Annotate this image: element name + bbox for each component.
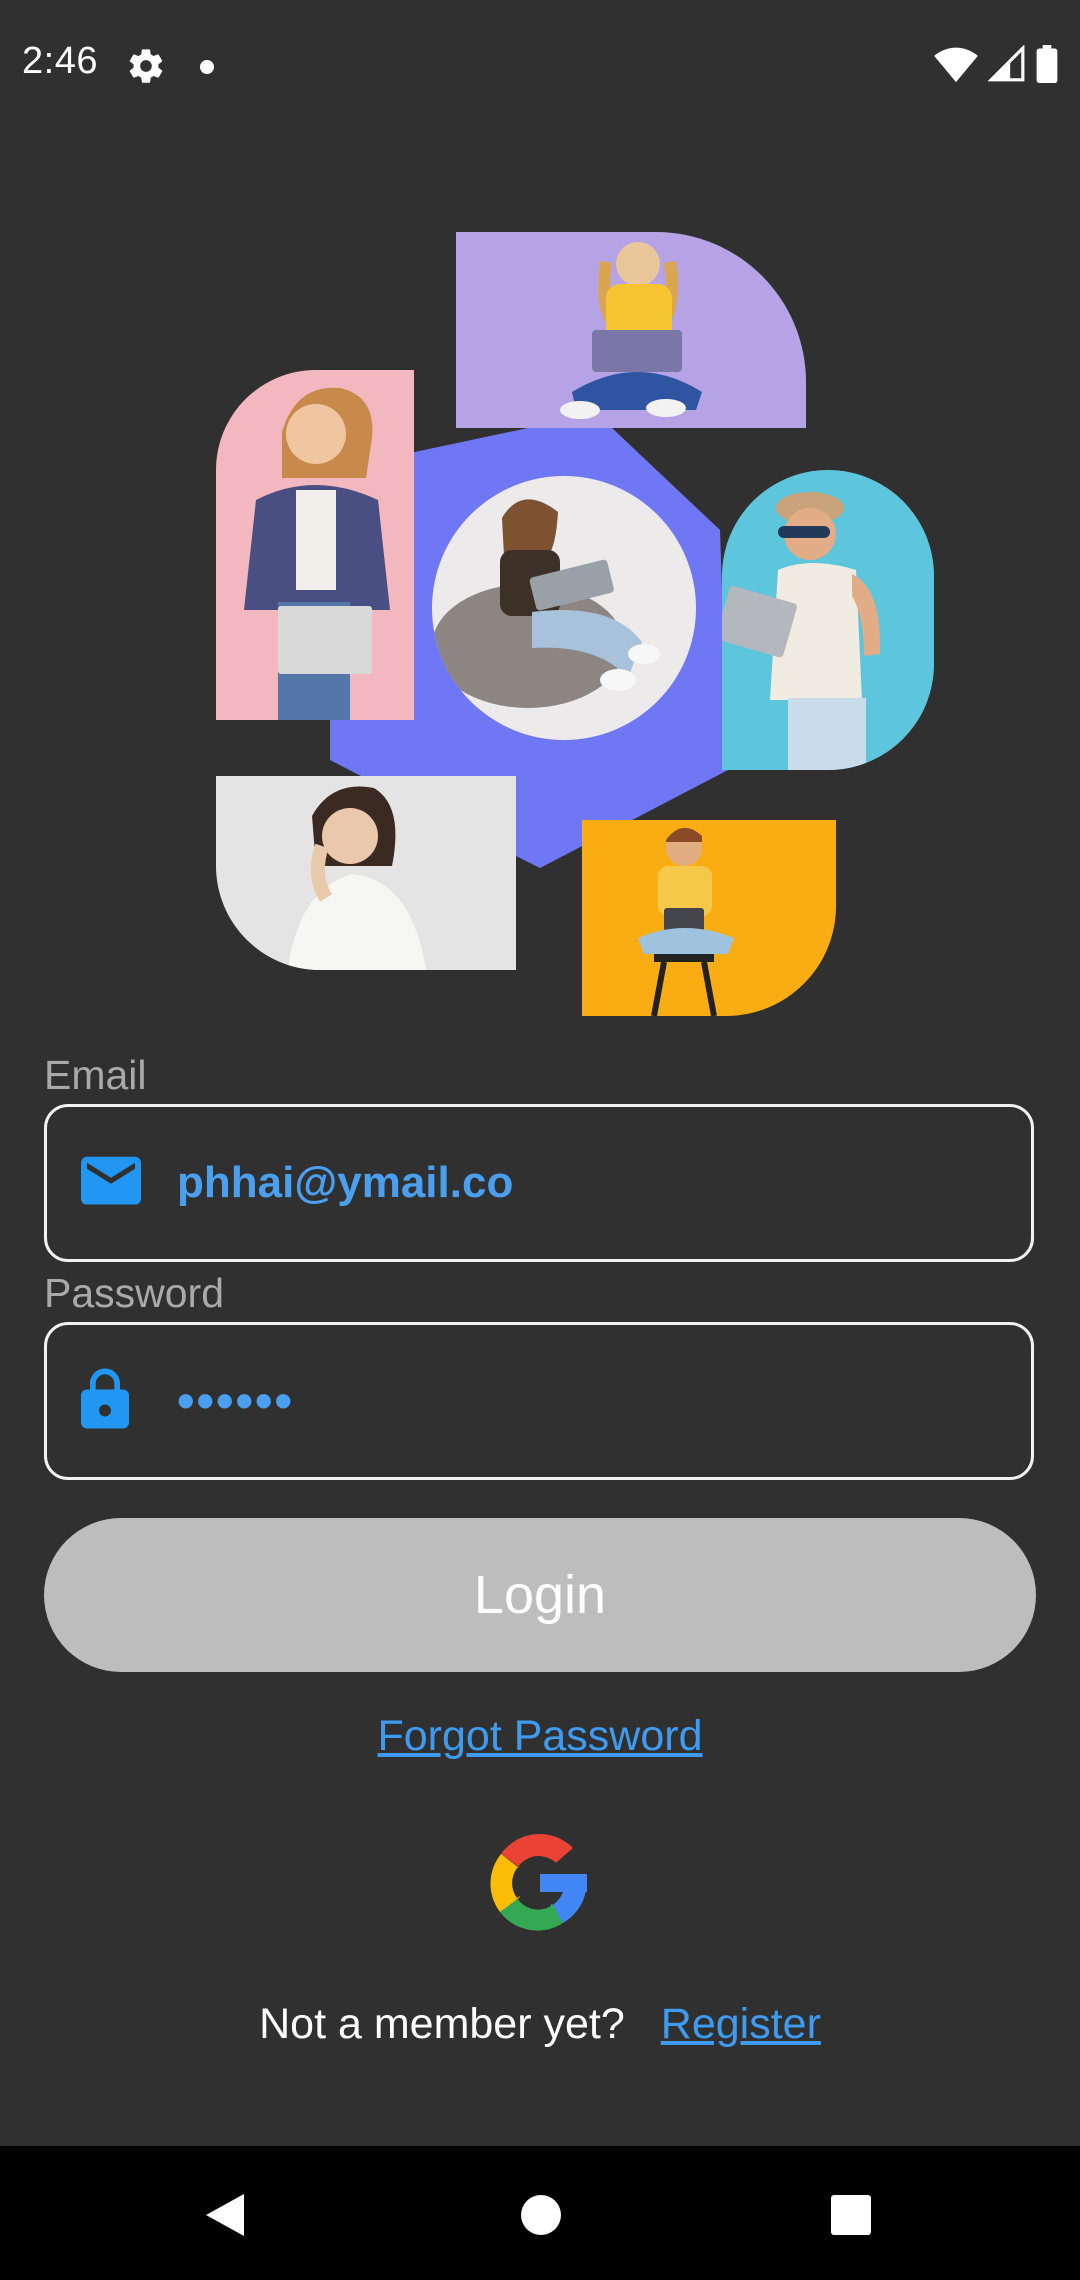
- recents-icon[interactable]: [830, 2192, 872, 2243]
- navigation-bar: [0, 2146, 1080, 2280]
- login-button[interactable]: Login: [44, 1518, 1036, 1672]
- photo-man-cyan-hat-laptop: [722, 470, 934, 770]
- register-row: Not a member yet? Register: [0, 2000, 1080, 2049]
- email-icon: [81, 1156, 141, 1210]
- home-icon[interactable]: [520, 2192, 562, 2243]
- password-input-value: ••••••: [177, 1373, 295, 1429]
- hero-collage: [0, 0, 1080, 1030]
- back-icon[interactable]: [204, 2192, 246, 2243]
- login-screen: 2:46 Email phhai@ymail.co Password •••••…: [0, 0, 1080, 2280]
- email-label: Email: [44, 1052, 147, 1098]
- email-field[interactable]: phhai@ymail.co: [44, 1104, 1034, 1262]
- not-member-text: Not a member yet?: [259, 2000, 625, 2048]
- photo-girl-beanbag-laptop: [432, 476, 696, 740]
- google-logo-icon[interactable]: [484, 1826, 596, 1938]
- photo-boy-orange-tablet: [582, 820, 836, 1016]
- lock-icon: [81, 1368, 129, 1434]
- forgot-password-link[interactable]: Forgot Password: [0, 1712, 1080, 1761]
- photo-woman-white-sweater: [216, 776, 516, 970]
- password-label: Password: [44, 1270, 225, 1316]
- password-field[interactable]: ••••••: [44, 1322, 1034, 1480]
- photo-woman-pink-plaid-shirt: [216, 370, 414, 720]
- register-link[interactable]: Register: [661, 2000, 821, 2049]
- email-input-value: phhai@ymail.co: [177, 1158, 514, 1207]
